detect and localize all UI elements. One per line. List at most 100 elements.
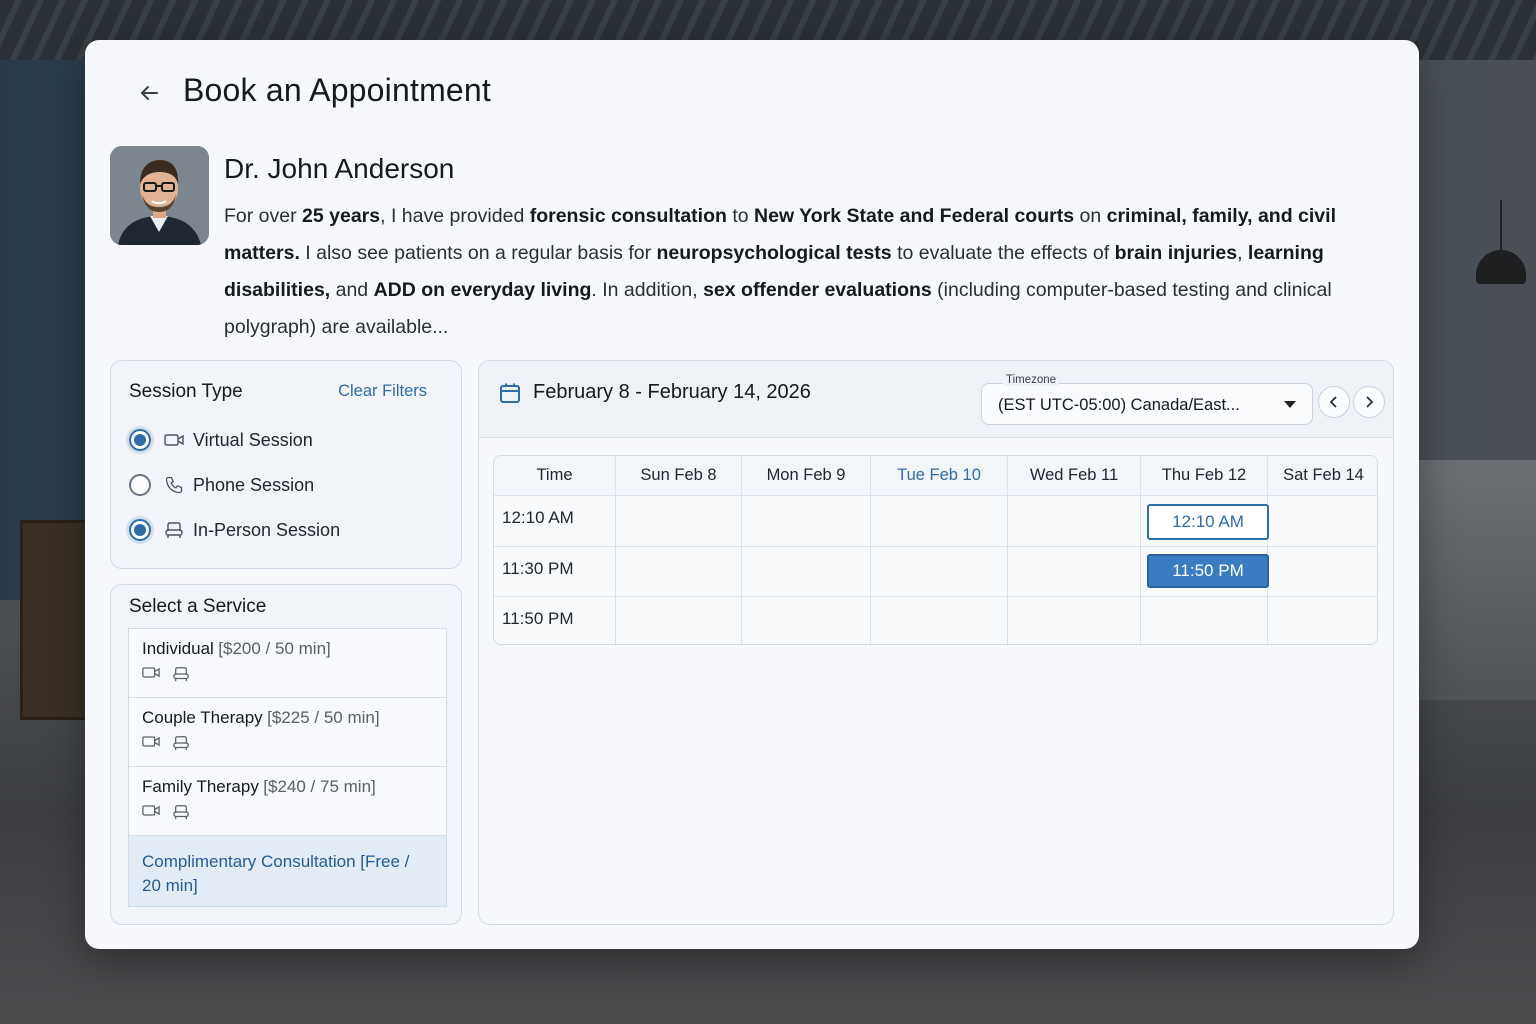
grid-header-row: Time Sun Feb 8 Mon Feb 9 Tue Feb 10 Wed … <box>494 456 1377 496</box>
slot-cell <box>1141 597 1268 644</box>
timezone-select[interactable]: (EST UTC-05:00) Canada/East... <box>981 383 1313 425</box>
bio-emphasis: sex offender evaluations <box>703 279 932 301</box>
session-option-label: Virtual Session <box>193 429 313 450</box>
service-name: Family Therapy <box>142 777 259 796</box>
slot-cell <box>616 597 742 644</box>
chair-icon <box>173 736 189 751</box>
slot-cell <box>1008 597 1141 644</box>
phone-radio[interactable] <box>129 474 151 496</box>
bio-emphasis: brain injuries <box>1114 242 1238 264</box>
doctor-name: Dr. John Anderson <box>224 153 455 184</box>
time-slot-button[interactable]: 12:10 AM <box>1147 504 1269 540</box>
service-item-complimentary-consultation[interactable]: Complimentary Consultation [Free / 20 mi… <box>129 836 446 906</box>
video-icon <box>164 430 184 450</box>
video-icon <box>142 667 160 678</box>
schedule-grid: Time Sun Feb 8 Mon Feb 9 Tue Feb 10 Wed … <box>493 455 1378 645</box>
column-header-day: Sun Feb 8 <box>616 456 742 495</box>
service-price: [$225 / 50 min] <box>267 708 380 727</box>
bio-text: I also see patients on a regular basis f… <box>299 242 657 264</box>
background-lamp <box>1476 200 1526 290</box>
chair-icon <box>164 520 184 540</box>
in-person-radio[interactable] <box>129 519 151 541</box>
select-service-panel: Select a Service Individual [$200 / 50 m… <box>110 584 462 925</box>
service-price: [$200 / 50 min] <box>218 639 331 658</box>
next-week-button[interactable] <box>1353 386 1385 418</box>
slot-cell <box>1268 496 1377 546</box>
slot-cell <box>742 496 871 546</box>
service-price: [$240 / 75 min] <box>263 777 376 796</box>
timezone-label: Timezone <box>1003 374 1060 386</box>
column-header-day: Wed Feb 11 <box>1008 456 1141 495</box>
bio-text: . In addition, <box>591 279 704 301</box>
bio-text: on <box>1074 205 1107 227</box>
slot-cell <box>1268 547 1377 596</box>
service-item-family-therapy[interactable]: Family Therapy [$240 / 75 min] <box>129 767 446 836</box>
bio-emphasis: ADD on everyday living <box>373 279 592 301</box>
session-type-title: Session Type <box>129 381 243 402</box>
slot-cell <box>742 597 871 644</box>
bio-text: and <box>330 279 374 301</box>
bio-text: , <box>1237 242 1248 264</box>
back-button[interactable] <box>134 78 164 108</box>
slot-cell <box>616 547 742 596</box>
chevron-left-icon <box>1329 396 1337 408</box>
service-name: Individual <box>142 639 214 658</box>
slot-cell <box>742 547 871 596</box>
service-name: Complimentary Consultation [Free / 20 mi… <box>142 852 410 895</box>
session-option-label: Phone Session <box>193 474 315 495</box>
page-title: Book an Appointment <box>183 72 492 108</box>
week-range: February 8 - February 14, 2026 <box>533 381 811 403</box>
session-option-virtual[interactable]: Virtual Session <box>129 425 313 455</box>
bio-text: to evaluate the effects of <box>891 242 1115 264</box>
service-name: Couple Therapy <box>142 708 263 727</box>
session-type-panel: Session Type Clear Filters Virtual Sessi… <box>110 360 462 569</box>
column-header-day: Mon Feb 9 <box>742 456 871 495</box>
bio-text: to <box>726 205 755 227</box>
slot-cell <box>871 496 1008 546</box>
clear-filters-link[interactable]: Clear Filters <box>338 382 427 401</box>
time-label: 12:10 AM <box>494 496 616 546</box>
service-list: Individual [$200 / 50 min] Couple Therap… <box>128 628 447 907</box>
slot-cell <box>871 547 1008 596</box>
column-header-day: Sat Feb 14 <box>1268 456 1377 495</box>
phone-icon <box>164 475 184 495</box>
slot-cell <box>1268 597 1377 644</box>
bio-emphasis: 25 years <box>302 205 381 227</box>
arrow-left-icon <box>141 86 158 100</box>
select-service-title: Select a Service <box>129 596 267 617</box>
bio-emphasis: forensic consultation <box>529 205 727 227</box>
service-item-individual[interactable]: Individual [$200 / 50 min] <box>129 629 446 698</box>
column-header-time: Time <box>494 456 616 495</box>
service-item-couple-therapy[interactable]: Couple Therapy [$225 / 50 min] <box>129 698 446 767</box>
column-header-today: Tue Feb 10 <box>871 456 1008 495</box>
slot-cell <box>616 496 742 546</box>
video-icon <box>142 736 160 747</box>
column-header-day: Thu Feb 12 <box>1141 456 1268 495</box>
bio-emphasis: New York State and Federal courts <box>754 205 1075 227</box>
slot-cell <box>871 597 1008 644</box>
bio-text: For over <box>224 205 303 227</box>
doctor-bio: For over 25 years, I have provided foren… <box>224 198 1374 346</box>
chevron-right-icon <box>1366 396 1374 408</box>
video-icon <box>142 805 160 816</box>
virtual-radio[interactable] <box>129 429 151 451</box>
caret-down-icon <box>1284 401 1296 408</box>
bio-emphasis: neuropsychological tests <box>656 242 892 264</box>
background-counter <box>1406 460 1536 700</box>
background-shelf <box>20 520 90 720</box>
time-label: 11:30 PM <box>494 547 616 596</box>
chair-icon <box>173 805 189 820</box>
session-option-phone[interactable]: Phone Session <box>129 470 314 500</box>
timezone-value: (EST UTC-05:00) Canada/East... <box>998 396 1240 414</box>
slot-cell <box>1008 547 1141 596</box>
bio-text: , I have provided <box>380 205 530 227</box>
slot-cell <box>1008 496 1141 546</box>
session-option-in-person[interactable]: In-Person Session <box>129 515 340 545</box>
chair-icon <box>173 667 189 682</box>
time-slot-button-selected[interactable]: 11:50 PM <box>1147 554 1269 588</box>
time-row: 11:50 PM <box>494 597 1377 644</box>
time-label: 11:50 PM <box>494 597 616 644</box>
calendar-icon <box>500 383 520 403</box>
prev-week-button[interactable] <box>1318 386 1350 418</box>
session-option-label: In-Person Session <box>193 519 341 540</box>
